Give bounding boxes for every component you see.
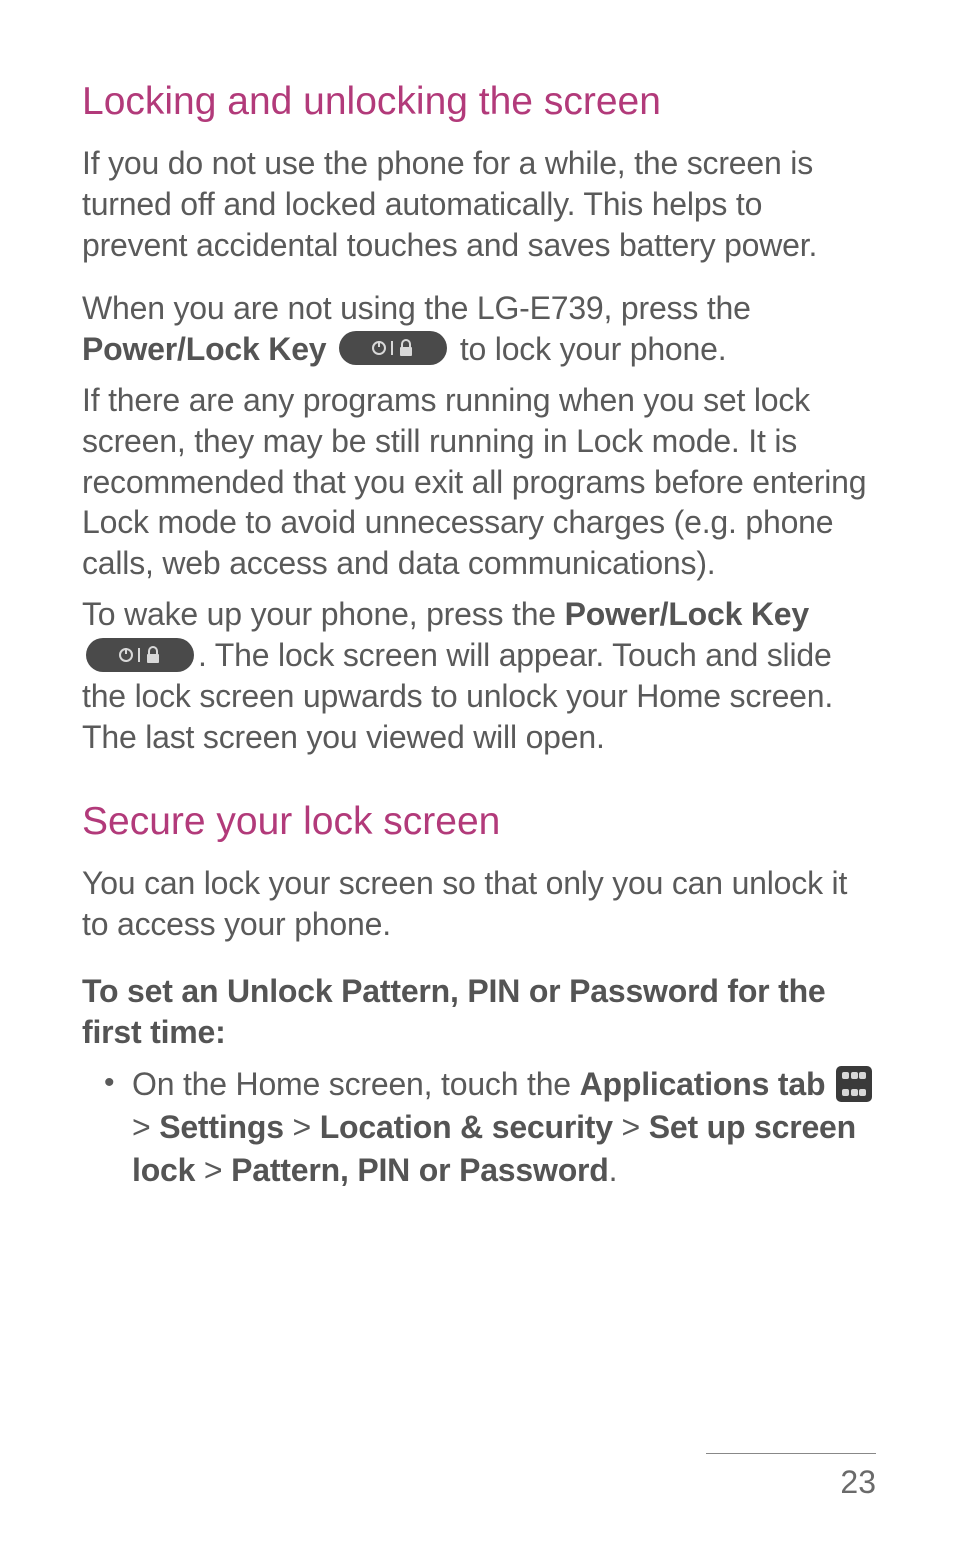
footer-rule <box>706 1453 876 1454</box>
label-power-lock-key-2: Power/Lock Key <box>565 596 809 632</box>
section-locking: Locking and unlocking the screen If you … <box>82 80 876 758</box>
label-settings: Settings <box>159 1109 284 1145</box>
text-fragment: When you are not using the LG-E739, pres… <box>82 290 751 326</box>
subhead-first-time: To set an Unlock Pattern, PIN or Passwor… <box>82 971 876 1053</box>
text-fragment: > <box>284 1109 320 1145</box>
text-fragment: . <box>609 1152 618 1188</box>
page-number: 23 <box>706 1464 876 1501</box>
label-pattern-pin-password: Pattern, PIN or Password <box>231 1152 609 1188</box>
applications-icon <box>836 1066 872 1102</box>
text-fragment: To wake up your phone, press the <box>82 596 565 632</box>
power-lock-key-icon <box>339 331 447 365</box>
text-fragment: > <box>132 1109 159 1145</box>
heading-locking: Locking and unlocking the screen <box>82 80 876 125</box>
para-programs-running: If there are any programs running when y… <box>82 380 876 585</box>
para-wake-up: To wake up your phone, press the Power/L… <box>82 594 876 758</box>
label-power-lock-key: Power/Lock Key <box>82 331 326 367</box>
text-fragment: to lock your phone. <box>460 331 727 367</box>
manual-page: Locking and unlocking the screen If you … <box>0 0 954 1557</box>
text-fragment: > <box>613 1109 649 1145</box>
page-footer: 23 <box>706 1453 876 1501</box>
list-item: On the Home screen, touch the Applicatio… <box>132 1063 876 1193</box>
heading-secure-lock: Secure your lock screen <box>82 800 876 845</box>
para-press-lock: When you are not using the LG-E739, pres… <box>82 288 876 370</box>
label-location-security: Location & security <box>320 1109 613 1145</box>
text-fragment: . The lock screen will appear. Touch and… <box>82 637 833 755</box>
label-applications-tab: Applications tab <box>580 1066 826 1102</box>
power-lock-key-icon <box>86 638 194 672</box>
text-fragment: > <box>195 1152 231 1188</box>
steps-list: On the Home screen, touch the Applicatio… <box>82 1063 876 1193</box>
para-intro: If you do not use the phone for a while,… <box>82 143 876 266</box>
text-fragment: On the Home screen, touch the <box>132 1066 580 1102</box>
para-secure-intro: You can lock your screen so that only yo… <box>82 863 876 945</box>
section-secure-lock: Secure your lock screen You can lock you… <box>82 800 876 1192</box>
